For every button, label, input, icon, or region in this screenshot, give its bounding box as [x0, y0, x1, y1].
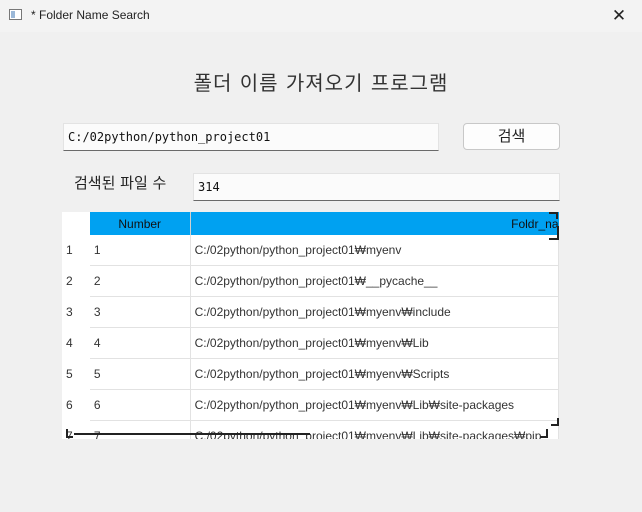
row-header[interactable]: 5 — [62, 359, 90, 390]
close-button[interactable]: ✕ — [596, 0, 642, 32]
folder-path-cell[interactable]: C:/02python/python_project01₩myenv₩inclu… — [190, 296, 559, 328]
close-icon: ✕ — [611, 6, 627, 26]
folder-path-input[interactable] — [63, 123, 439, 151]
table-corner[interactable] — [62, 212, 90, 235]
folder-path-cell[interactable]: C:/02python/python_project01₩myenv₩Lib₩s… — [190, 389, 559, 421]
resize-handle-header-corner[interactable] — [549, 226, 559, 240]
table-header-row: Number Foldr_na — [62, 212, 559, 235]
table-row[interactable]: 6 6 C:/02python/python_project01₩myenv₩Lib… — [62, 389, 559, 421]
number-cell[interactable]: 2 — [89, 265, 191, 297]
resize-handle-bottom-left[interactable] — [66, 429, 73, 438]
page-title: 폴더 이름 가져오기 프로그램 — [193, 71, 449, 95]
table-row[interactable]: 1 1 C:/02python/python_project01₩myenv — [62, 235, 559, 266]
table-row[interactable]: 5 5 C:/02python/python_project01₩myenv₩Scr… — [62, 358, 559, 390]
row-header[interactable]: 2 — [62, 266, 90, 297]
folder-path-cell[interactable]: C:/02python/python_project01₩__pycache__ — [190, 265, 559, 297]
table-row[interactable]: 4 4 C:/02python/python_project01₩myenv₩Lib — [62, 327, 559, 359]
column-header-folder[interactable]: Foldr_na — [190, 212, 559, 235]
row-header[interactable]: 1 — [62, 235, 90, 266]
folder-path-cell[interactable]: C:/02python/python_project01₩myenv — [190, 235, 559, 266]
title-bar: * Folder Name Search ✕ — [0, 0, 642, 32]
folder-table[interactable]: Number Foldr_na 1 1 C:/02python/python_pro… — [62, 212, 559, 439]
number-cell[interactable]: 6 — [89, 389, 191, 421]
resize-handle-bottom-right[interactable] — [540, 429, 548, 438]
row-header[interactable]: 4 — [62, 328, 90, 359]
resize-handle-top-right[interactable] — [549, 212, 558, 219]
table-row[interactable]: 2 2 C:/02python/python_project01₩__pycache… — [62, 265, 559, 297]
number-cell[interactable]: 5 — [89, 358, 191, 390]
number-cell[interactable]: 3 — [89, 296, 191, 328]
number-cell[interactable]: 4 — [89, 327, 191, 359]
file-count-label: 검색된 파일 수 — [74, 174, 167, 192]
row-header[interactable]: 3 — [62, 297, 90, 328]
table-row[interactable]: 3 3 C:/02python/python_project01₩myenv₩inc… — [62, 296, 559, 328]
folder-path-cell[interactable]: C:/02python/python_project01₩myenv₩Lib — [190, 327, 559, 359]
search-button[interactable]: 검색 — [463, 123, 560, 150]
file-count-field[interactable] — [193, 173, 560, 201]
row-header[interactable]: 6 — [62, 390, 90, 421]
number-cell[interactable]: 1 — [89, 235, 191, 266]
column-header-number[interactable]: Number — [89, 212, 191, 235]
horizontal-scrollbar[interactable] — [74, 433, 310, 441]
folder-path-cell[interactable]: C:/02python/python_project01₩myenv₩Scrip… — [190, 358, 559, 390]
window-app-icon — [9, 9, 22, 20]
resize-handle-right-lower[interactable] — [551, 418, 559, 426]
window-title: * Folder Name Search — [31, 8, 150, 22]
